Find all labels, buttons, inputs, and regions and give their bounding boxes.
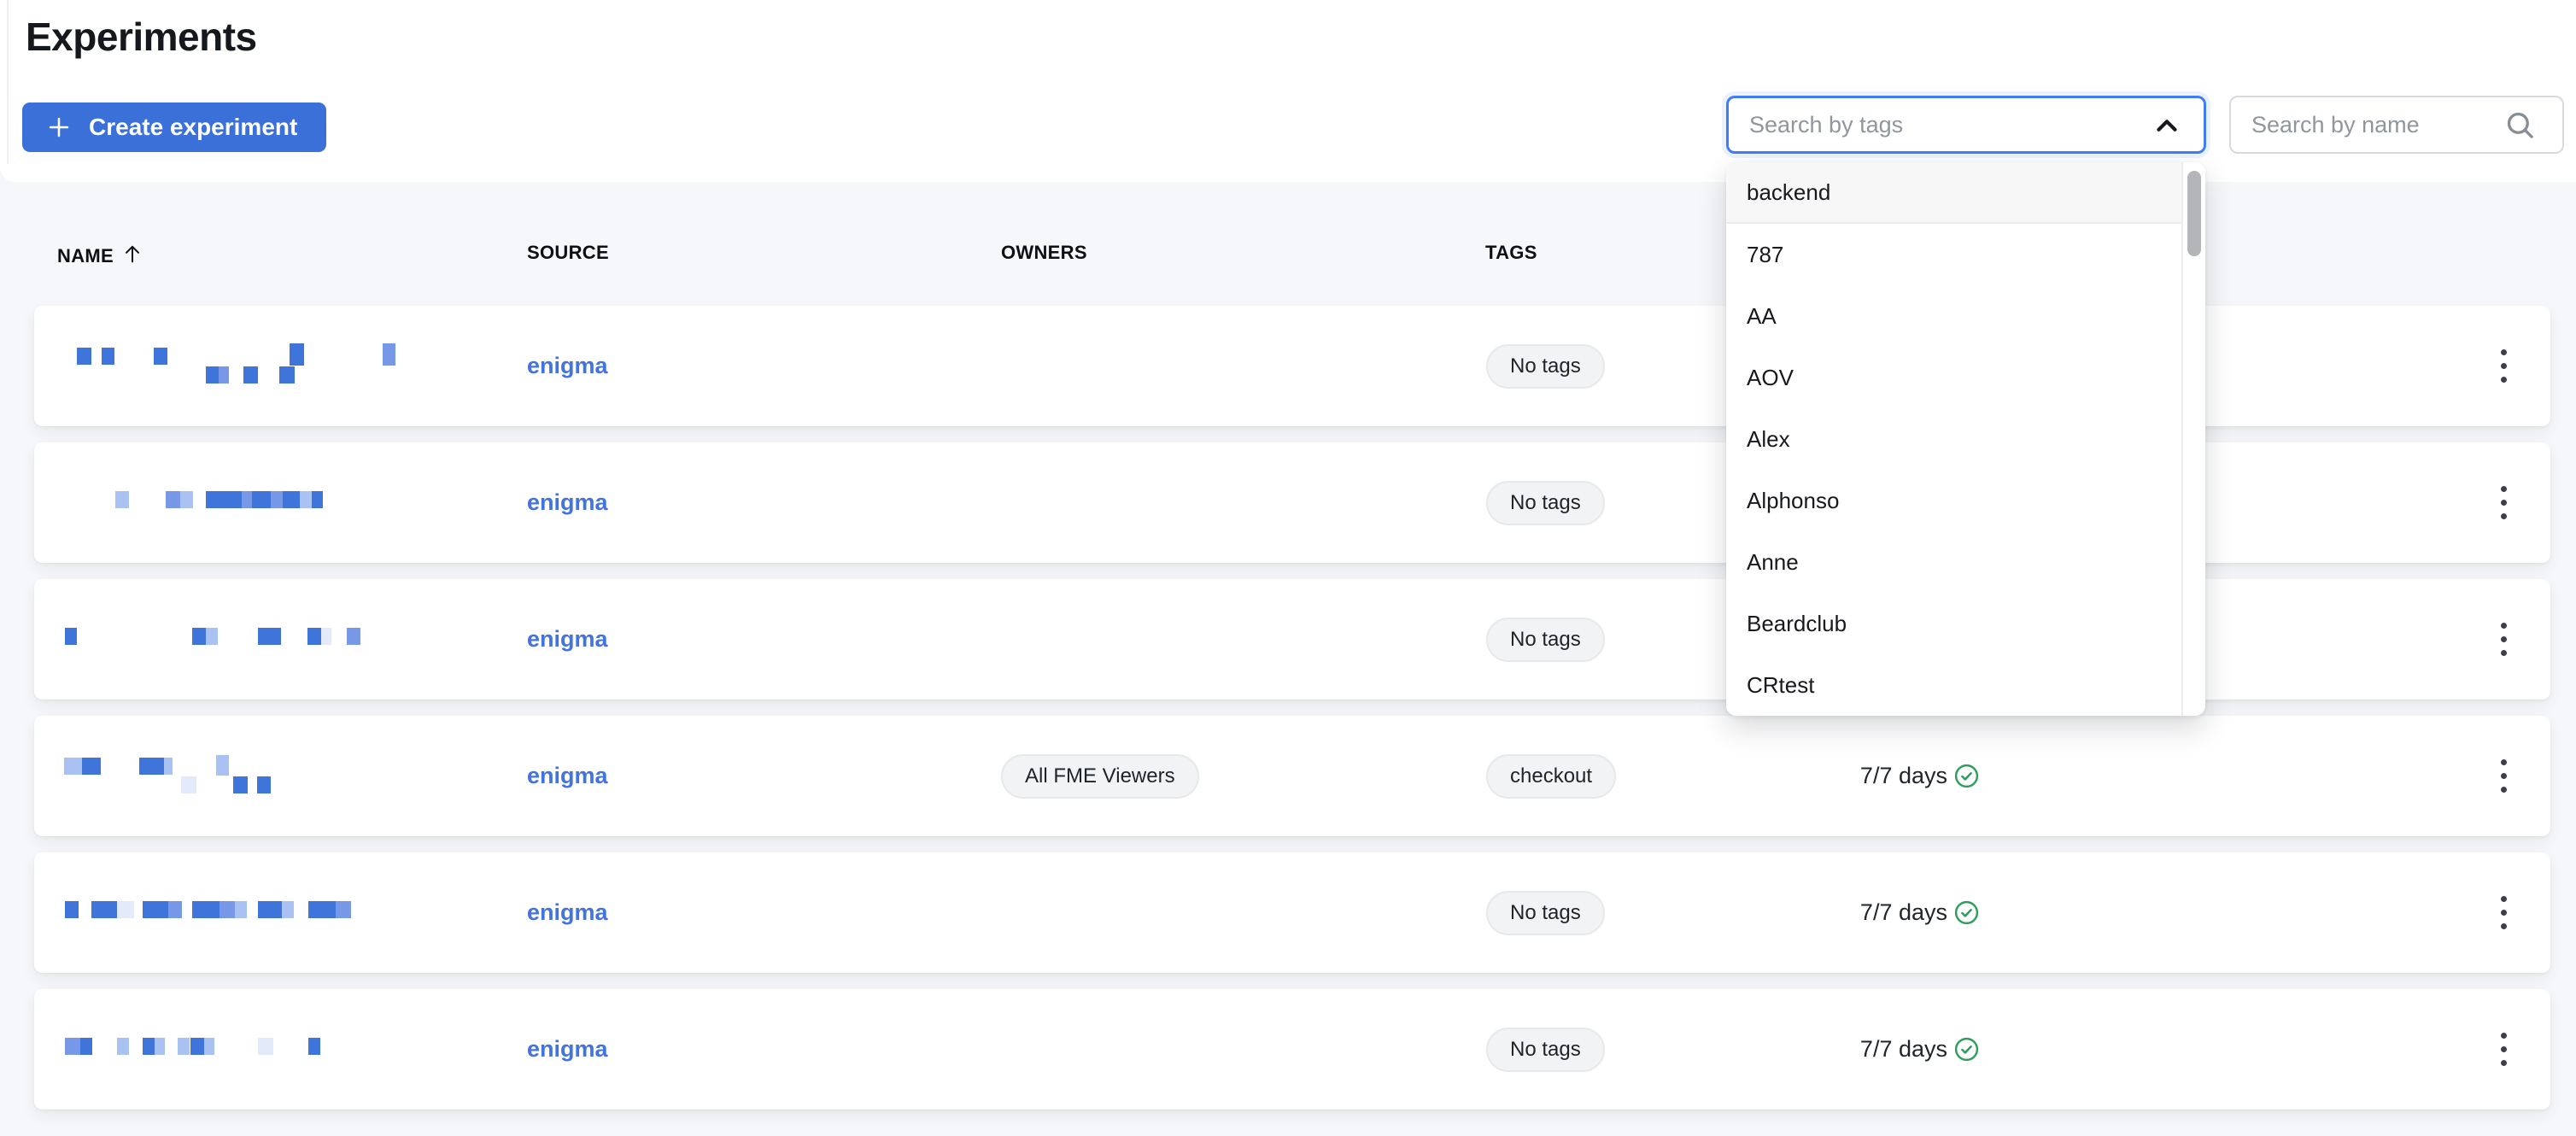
source-link[interactable]: enigma [527, 763, 608, 789]
tag-option[interactable]: Beardclub [1726, 593, 2181, 654]
create-experiment-button[interactable]: Create experiment [22, 102, 327, 152]
tag-option[interactable]: AA [1726, 285, 2181, 347]
tags-badge: No tags [1486, 343, 1605, 389]
tags-badge: No tags [1486, 890, 1605, 935]
row-menu-button[interactable] [2480, 716, 2526, 836]
duration-text: 7/7 days [1859, 1036, 1947, 1062]
source-link[interactable]: enigma [527, 353, 608, 379]
experiment-row[interactable]: enigma All FME Viewers checkout 7/7 days [34, 716, 2550, 836]
experiment-row[interactable]: enigma No tags 7/7 days [34, 989, 2550, 1110]
tags-option-list: backend 787 AA AOV Alex Alphonso Anne Beardclub… [1726, 162, 2181, 716]
source-link[interactable]: enigma [527, 899, 608, 926]
search-by-name-input[interactable] [2229, 96, 2564, 154]
duration-text: 7/7 days [1859, 763, 1947, 788]
tags-badge: No tags [1486, 1027, 1605, 1072]
tag-option[interactable]: Anne [1726, 531, 2181, 593]
page-header: Experiments Create experiment [0, 0, 2576, 182]
experiment-name-redacted [34, 579, 436, 700]
row-menu-button[interactable] [2480, 442, 2526, 563]
create-experiment-label: Create experiment [89, 114, 298, 140]
experiment-name-redacted [34, 442, 436, 563]
source-link[interactable]: enigma [527, 1036, 608, 1063]
experiment-name-redacted [34, 852, 436, 973]
row-menu-button[interactable] [2480, 579, 2526, 700]
source-link[interactable]: enigma [527, 626, 608, 653]
duration-text: 7/7 days [1859, 899, 1947, 925]
tag-option[interactable]: Alex [1726, 408, 2181, 470]
sort-asc-icon [120, 242, 144, 271]
sidebar-divider [7, 0, 9, 164]
column-header-name[interactable]: NAME [57, 242, 144, 271]
tags-dropdown-panel: backend 787 AA AOV Alex Alphonso Anne Beardclub… [1726, 162, 2205, 716]
dropdown-scrollbar-track [2181, 162, 2205, 716]
tags-badge: No tags [1486, 480, 1605, 525]
check-circle-icon [1953, 989, 1980, 1110]
page-title: Experiments [26, 15, 257, 59]
dropdown-scrollbar-thumb[interactable] [2187, 171, 2201, 256]
experiment-name-redacted [34, 989, 436, 1110]
experiment-name-redacted [34, 306, 436, 426]
row-menu-button[interactable] [2480, 989, 2526, 1110]
plus-icon [44, 113, 73, 142]
experiment-row[interactable]: enigma No tags 7/7 days [34, 852, 2550, 973]
column-header-tags[interactable]: TAGS [1485, 242, 1537, 264]
tag-option[interactable]: CRtest [1726, 654, 2181, 716]
row-menu-button[interactable] [2480, 306, 2526, 426]
tag-option[interactable]: Alphonso [1726, 470, 2181, 531]
search-by-tags-input[interactable] [1726, 96, 2206, 154]
check-circle-icon [1953, 716, 1980, 836]
column-header-source[interactable]: SOURCE [527, 242, 609, 264]
row-menu-button[interactable] [2480, 852, 2526, 973]
check-circle-icon [1953, 852, 1980, 973]
tags-badge: checkout [1486, 753, 1617, 799]
experiment-name-redacted [34, 716, 436, 836]
owners-badge: All FME Viewers [1001, 753, 1199, 799]
tags-badge: No tags [1486, 617, 1605, 662]
tag-option[interactable]: AOV [1726, 347, 2181, 408]
source-link[interactable]: enigma [527, 489, 608, 516]
tag-option[interactable]: 787 [1726, 224, 2181, 285]
tag-option[interactable]: backend [1726, 162, 2181, 224]
column-header-owners[interactable]: OWNERS [1001, 242, 1087, 264]
